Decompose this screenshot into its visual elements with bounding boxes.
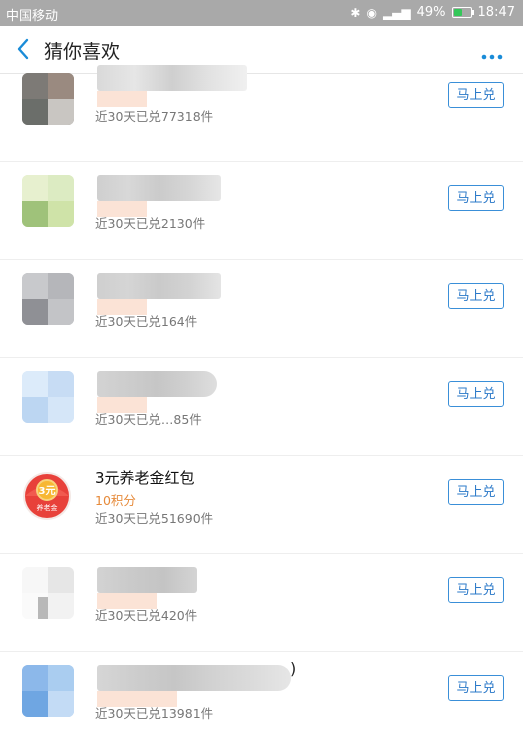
blurred-title bbox=[97, 175, 221, 201]
red-packet-icon: 3元 养老金 bbox=[22, 471, 72, 521]
product-image bbox=[22, 567, 74, 619]
bluetooth-icon: ✱ bbox=[350, 5, 361, 20]
sold-count: 近30天已兑13981件 bbox=[95, 706, 214, 721]
blurred-title bbox=[97, 665, 291, 691]
sold-count: 近30天已兑420件 bbox=[95, 608, 198, 623]
list-item[interactable]: 近30天已兑420件 马上兑 bbox=[0, 553, 523, 652]
blurred-title bbox=[97, 567, 197, 593]
item-title-tail: ) bbox=[290, 659, 297, 678]
eye-icon: ◉ bbox=[366, 5, 377, 20]
blurred-title bbox=[97, 371, 217, 397]
blurred-title bbox=[97, 65, 247, 91]
clock: 18:47 bbox=[477, 5, 515, 20]
redeem-button[interactable]: 马上兑 bbox=[448, 577, 504, 603]
battery-icon bbox=[451, 7, 474, 18]
redeem-button[interactable]: 马上兑 bbox=[448, 185, 504, 211]
blurred-points bbox=[97, 91, 147, 107]
page-title: 猜你喜欢 bbox=[44, 41, 121, 63]
sold-count: 近30天已兑164件 bbox=[95, 314, 198, 329]
status-bar: 中国移动 ✱ ◉ ▂▄▆ 49% 18:47 bbox=[0, 0, 523, 26]
product-image bbox=[22, 175, 74, 227]
redeem-button[interactable]: 马上兑 bbox=[448, 675, 504, 701]
status-icons: ✱ ◉ ▂▄▆ 49% 18:47 bbox=[350, 5, 515, 20]
item-points: 10积分 bbox=[95, 493, 136, 508]
item-title: 3元养老金红包 bbox=[95, 469, 195, 487]
sold-count: 近30天已兑2130件 bbox=[95, 216, 206, 231]
red-packet-amount: 3元 bbox=[39, 485, 56, 497]
product-image bbox=[22, 73, 74, 125]
product-image bbox=[22, 371, 74, 423]
list-item[interactable]: 近30天已兑2130件 马上兑 bbox=[0, 161, 523, 260]
product-image bbox=[22, 665, 74, 717]
red-packet-label: 养老金 bbox=[37, 503, 58, 512]
sold-count: 近30天已兑…85件 bbox=[95, 412, 202, 427]
list-item[interactable]: ) 近30天已兑13981件 马上兑 bbox=[0, 651, 523, 749]
sold-count: 近30天已兑51690件 bbox=[95, 511, 214, 526]
redeem-button[interactable]: 马上兑 bbox=[448, 479, 504, 505]
signal-icon: ▂▄▆ bbox=[382, 5, 411, 20]
blurred-title bbox=[97, 273, 221, 299]
redeem-button[interactable]: 马上兑 bbox=[448, 283, 504, 309]
battery-percent: 49% bbox=[416, 5, 446, 20]
list-item[interactable]: 3元 养老金 3元养老金红包 10积分 近30天已兑51690件 马上兑 bbox=[0, 455, 523, 554]
carrier-label: 中国移动 bbox=[6, 9, 59, 24]
back-arrow-icon[interactable] bbox=[12, 36, 36, 62]
redeem-button[interactable]: 马上兑 bbox=[448, 381, 504, 407]
redeem-button[interactable]: 马上兑 bbox=[448, 82, 504, 108]
more-options-icon[interactable] bbox=[481, 46, 503, 60]
list-item[interactable]: 近30天已兑…85件 马上兑 bbox=[0, 357, 523, 456]
sold-count: 近30天已兑77318件 bbox=[95, 109, 214, 124]
product-image bbox=[22, 273, 74, 325]
list-item[interactable]: 近30天已兑164件 马上兑 bbox=[0, 259, 523, 358]
list-item[interactable]: 近30天已兑77318件 马上兑 bbox=[0, 63, 523, 162]
